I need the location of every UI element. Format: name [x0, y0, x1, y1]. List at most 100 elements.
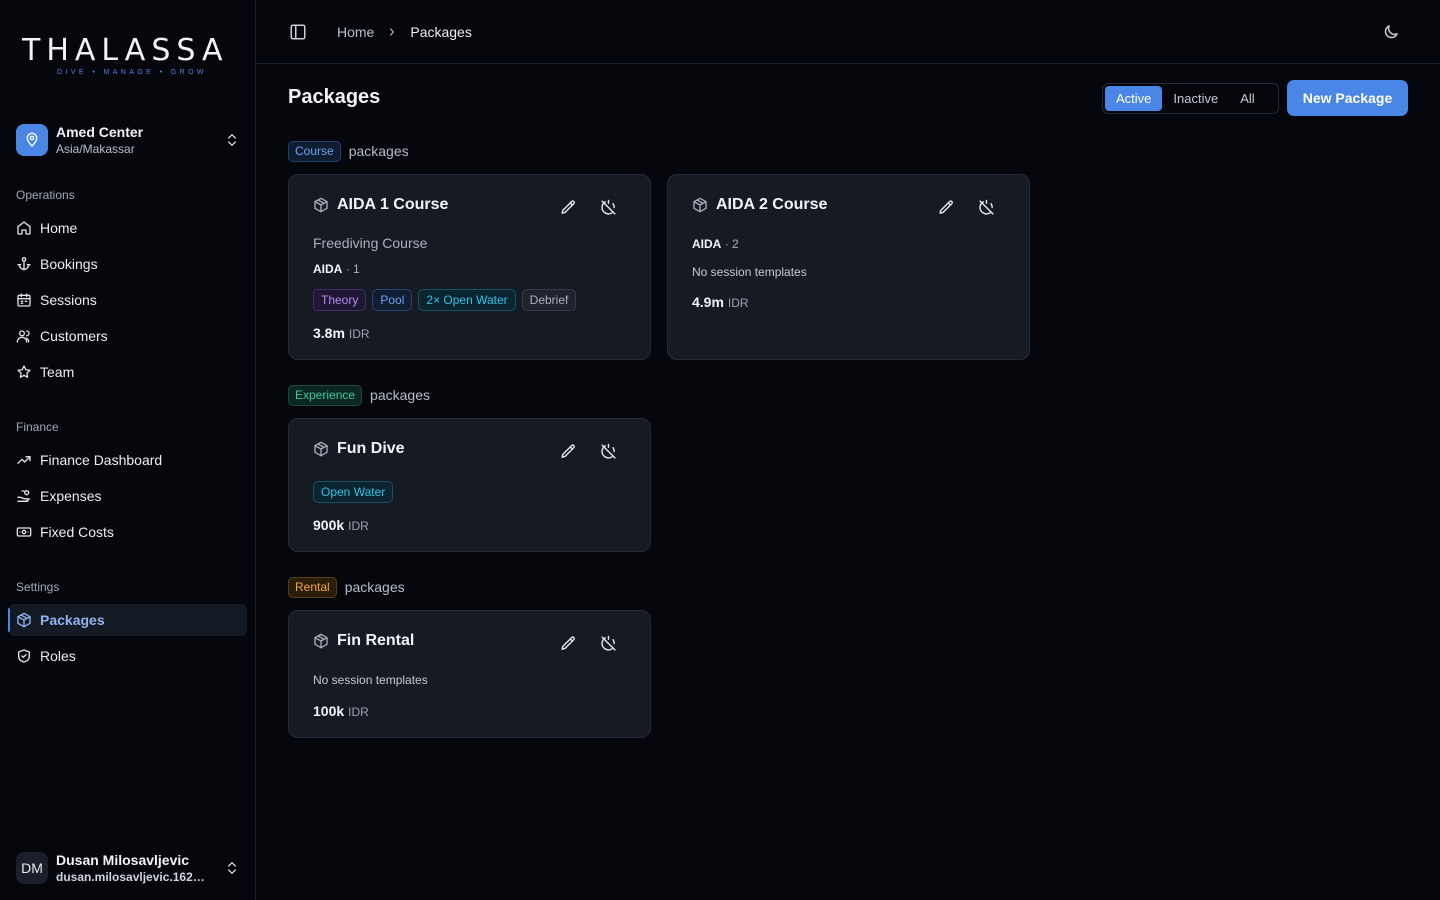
package-price: 900k IDR: [313, 517, 369, 533]
package-card-fun-dive[interactable]: Fun Dive Open Water 900k IDR: [288, 418, 651, 552]
deactivate-button[interactable]: [598, 633, 618, 653]
sidebar-item-team[interactable]: Team: [8, 356, 247, 388]
package-certification: AIDA · 1: [313, 262, 360, 276]
certification-agency: AIDA: [313, 262, 343, 276]
sidebar-item-fixed-costs[interactable]: Fixed Costs: [8, 516, 247, 548]
star-icon: [16, 364, 32, 380]
sidebar-item-label: Customers: [40, 328, 108, 344]
sidebar-item-label: Team: [40, 364, 75, 380]
sidebar-item-bookings[interactable]: Bookings: [8, 248, 247, 280]
edit-button[interactable]: [558, 633, 578, 653]
price-value: 100k: [313, 703, 345, 719]
center-name: Amed Center: [56, 124, 144, 140]
avatar: DM: [16, 852, 48, 884]
package-icon: [314, 197, 328, 213]
sidebar-item-label: Fixed Costs: [40, 524, 114, 540]
users-icon: [16, 328, 32, 344]
certification-level: · 1: [345, 262, 360, 276]
filter-inactive[interactable]: Inactive: [1162, 86, 1229, 111]
main-content: Packages Active Inactive All New Package…: [256, 64, 1440, 900]
price-currency: IDR: [348, 519, 369, 533]
shield-check-icon: [16, 648, 32, 664]
banknote-icon: [16, 524, 32, 540]
deactivate-button[interactable]: [598, 197, 618, 217]
section-experience: Experience packages: [288, 384, 430, 406]
session-chips: Open Water: [313, 481, 394, 503]
package-price: 3.8m IDR: [313, 325, 370, 341]
anchor-icon: [16, 256, 32, 272]
sidebar-item-label: Home: [40, 220, 78, 236]
sidebar-item-expenses[interactable]: Expenses: [8, 480, 247, 512]
package-card-aida-1[interactable]: AIDA 1 Course Freediving Course AIDA · 1…: [288, 174, 651, 360]
status-filter: Active Inactive All: [1102, 83, 1279, 114]
deactivate-button[interactable]: [598, 441, 618, 461]
center-switcher[interactable]: Amed Center Asia/Makassar: [16, 122, 246, 158]
package-price: 4.9m IDR: [692, 294, 749, 310]
nav-group-settings: Settings: [16, 580, 60, 594]
session-chip: Open Water: [313, 481, 394, 503]
section-suffix: packages: [348, 143, 409, 159]
chevrons-up-down-icon: [228, 862, 236, 874]
edit-button[interactable]: [936, 197, 956, 217]
home-icon: [16, 220, 32, 236]
package-title: AIDA 2 Course: [716, 196, 828, 213]
chevrons-up-down-icon: [228, 134, 236, 146]
session-chip: Theory: [313, 289, 367, 311]
price-value: 3.8m: [313, 325, 345, 341]
user-email: dusan.milosavljevic.1624...: [56, 870, 208, 884]
no-templates-note: No session templates: [692, 265, 807, 279]
session-chips: Theory Pool 2× Open Water Debrief: [313, 289, 577, 311]
filter-active[interactable]: Active: [1105, 86, 1163, 111]
breadcrumb-current: Packages: [410, 24, 472, 40]
package-title: Fun Dive: [337, 440, 405, 457]
power-off-icon: [978, 199, 994, 215]
package-title: AIDA 1 Course: [337, 196, 449, 213]
price-value: 4.9m: [692, 294, 724, 310]
user-name: Dusan Milosavljevic: [56, 852, 190, 868]
sidebar-item-packages[interactable]: Packages: [8, 604, 247, 636]
section-suffix: packages: [344, 579, 405, 595]
map-pin-icon: [16, 124, 48, 156]
package-title: Fin Rental: [337, 632, 415, 649]
section-suffix: packages: [370, 387, 430, 403]
user-menu[interactable]: DM Dusan Milosavljevic dusan.milosavljev…: [16, 850, 246, 886]
power-off-icon: [600, 443, 616, 459]
deactivate-button[interactable]: [976, 197, 996, 217]
breadcrumb-home[interactable]: Home: [337, 24, 374, 40]
sidebar-item-finance-dashboard[interactable]: Finance Dashboard: [8, 444, 247, 476]
section-course: Course packages: [288, 140, 409, 162]
price-currency: IDR: [348, 327, 370, 341]
sidebar-item-roles[interactable]: Roles: [8, 640, 247, 672]
section-rental: Rental packages: [288, 576, 405, 598]
moon-icon[interactable]: [1382, 23, 1400, 41]
power-off-icon: [600, 635, 616, 651]
sidebar-toggle-icon[interactable]: [289, 23, 307, 41]
brand-logo[interactable]: THALASSA DIVE • MANAGE • GROW: [22, 33, 236, 77]
sidebar-item-sessions[interactable]: Sessions: [8, 284, 247, 316]
hand-coins-icon: [16, 488, 32, 504]
sidebar-item-customers[interactable]: Customers: [8, 320, 247, 352]
edit-button[interactable]: [558, 197, 578, 217]
sidebar-item-label: Sessions: [40, 292, 97, 308]
sidebar-item-label: Roles: [40, 648, 76, 664]
price-value: 900k: [313, 517, 345, 533]
package-card-aida-2[interactable]: AIDA 2 Course AIDA · 2 No session templa…: [667, 174, 1030, 360]
sidebar-item-home[interactable]: Home: [8, 212, 247, 244]
edit-button[interactable]: [558, 441, 578, 461]
new-package-button[interactable]: New Package: [1287, 80, 1408, 116]
sidebar-item-label: Expenses: [40, 488, 102, 504]
package-card-fin-rental[interactable]: Fin Rental No session templates 100k IDR: [288, 610, 651, 738]
pencil-icon: [938, 199, 953, 214]
breadcrumb: Home Packages: [337, 22, 472, 42]
brand-wordmark: THALASSA: [22, 33, 229, 68]
session-chip: Pool: [372, 289, 413, 311]
certification-agency: AIDA: [692, 237, 722, 251]
filter-all[interactable]: All: [1229, 86, 1265, 111]
session-chip: 2× Open Water: [418, 289, 516, 311]
package-icon: [16, 612, 32, 628]
sidebar-item-label: Finance Dashboard: [40, 452, 163, 468]
no-templates-note: No session templates: [313, 673, 428, 687]
category-badge-experience: Experience: [288, 384, 363, 406]
sidebar-item-label: Bookings: [40, 256, 98, 272]
calendar-icon: [16, 292, 32, 308]
